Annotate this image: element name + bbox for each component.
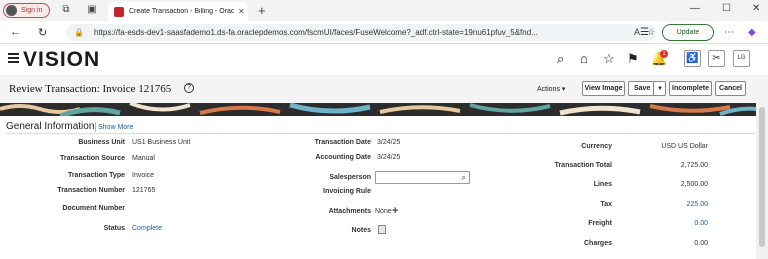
search-icon[interactable]: ⌕ xyxy=(462,173,466,183)
flag-icon[interactable]: ⚑ xyxy=(627,51,639,67)
freight-value[interactable]: 0.00 xyxy=(620,220,708,227)
view-image-button[interactable]: View Image xyxy=(582,81,625,96)
search-icon[interactable]: ⌕ xyxy=(557,51,564,67)
tab-title: Create Transaction - Billing - Orac xyxy=(129,8,234,15)
signin-button[interactable]: Sign in xyxy=(3,3,50,18)
section-divider xyxy=(5,133,755,134)
save-label: Save xyxy=(634,85,651,92)
page-title-bar: Review Transaction: Invoice 121765 ? Act… xyxy=(0,75,768,103)
help-icon[interactable]: ? xyxy=(184,83,194,93)
browser-tab-active[interactable]: Create Transaction - Billing - Orac ✕ xyxy=(108,2,248,21)
more-icon[interactable]: ⋯ xyxy=(724,27,734,38)
collections-icon[interactable]: ☰ xyxy=(640,27,649,38)
attachments-value: None xyxy=(375,208,392,215)
salesperson-input[interactable]: ⌕ xyxy=(375,171,470,184)
business-unit-label: Business Unit xyxy=(78,139,125,146)
minimize-icon[interactable]: — xyxy=(690,3,700,14)
signin-label: Sign in xyxy=(21,7,43,14)
incomplete-button[interactable]: Incomplete xyxy=(669,81,712,96)
show-more-link[interactable]: Show More xyxy=(98,124,133,131)
section-heading: General Information xyxy=(6,121,95,132)
home-icon[interactable]: ⌂ xyxy=(580,51,588,66)
close-window-icon[interactable]: ✕ xyxy=(752,3,760,14)
new-tab-icon[interactable]: + xyxy=(258,3,266,18)
tools-icon[interactable]: ✂ xyxy=(708,50,725,67)
favorites-icon[interactable]: ☆ xyxy=(603,51,615,67)
decorative-banner xyxy=(0,103,768,116)
copilot-icon[interactable]: ◆ xyxy=(748,27,756,38)
general-information-section: General Information Show More Business U… xyxy=(0,116,756,259)
charges-value: 0.00 xyxy=(694,240,708,247)
page-title: Review Transaction: Invoice 121765 xyxy=(9,83,172,95)
update-label: Update xyxy=(676,29,700,36)
update-button[interactable]: Update xyxy=(662,24,714,41)
freight-label: Freight xyxy=(588,220,612,227)
status-value[interactable]: Complete xyxy=(132,225,162,232)
notification-badge: 1 xyxy=(660,50,668,58)
transaction-total-label: Transaction Total xyxy=(554,162,612,169)
currency-label: Currency xyxy=(581,143,612,150)
transaction-date-label: Transaction Date xyxy=(314,139,371,146)
lock-icon: 🔒 xyxy=(74,28,84,37)
save-divider xyxy=(653,82,654,95)
currency-value: USD US Dollar xyxy=(661,143,708,150)
brand-logo[interactable]: VISION xyxy=(23,48,100,72)
transaction-number-value: 121765 xyxy=(132,187,156,194)
close-tab-icon[interactable]: ✕ xyxy=(238,7,245,16)
lines-label: Lines xyxy=(593,181,612,188)
back-icon[interactable]: ← xyxy=(10,26,21,38)
app-header: VISION ⌕ ⌂ ☆ ⚑ 🔔 1 ♿ ✂ LG xyxy=(0,44,768,75)
transaction-total-value: 2,725.00 xyxy=(680,162,708,169)
cancel-button[interactable]: Cancel xyxy=(715,81,746,96)
refresh-icon[interactable]: ↻ xyxy=(38,26,47,39)
transaction-type-label: Transaction Type xyxy=(67,172,125,179)
oracle-favicon-icon xyxy=(114,6,124,17)
accounting-date-value: 3/24/25 xyxy=(377,154,401,161)
business-unit-value: US1 Business Unit xyxy=(132,139,191,146)
add-attachment-icon[interactable]: + xyxy=(392,205,398,217)
maximize-icon[interactable]: ☐ xyxy=(722,3,731,14)
url-text: https://fa-esds-dev1-saasfademo1.ds-fa.o… xyxy=(93,28,538,37)
charges-label: Charges xyxy=(583,240,612,247)
page-scrollbar[interactable] xyxy=(756,103,768,259)
transaction-source-label: Transaction Source xyxy=(60,155,125,162)
transaction-date-value: 3/24/25 xyxy=(377,139,401,146)
tab-actions-icon[interactable]: ▣ xyxy=(86,4,98,16)
heading-separator xyxy=(95,122,96,132)
transaction-number-label: Transaction Number xyxy=(57,187,125,194)
notes-icon[interactable] xyxy=(378,225,386,234)
browser-address-bar: ← ↻ 🔒 https://fa-esds-dev1-saasfademo1.d… xyxy=(0,21,768,44)
transaction-type-value: Invoice xyxy=(132,172,155,179)
attachments-label: Attachments xyxy=(328,208,371,215)
accessibility-icon[interactable]: ♿ xyxy=(684,50,701,67)
lines-value: 2,500.00 xyxy=(680,181,708,188)
accounting-date-label: Accounting Date xyxy=(315,154,371,161)
save-button[interactable]: Save ▼ xyxy=(628,81,666,96)
tax-value[interactable]: 225.00 xyxy=(620,201,708,208)
url-field[interactable]: 🔒 https://fa-esds-dev1-saasfademo1.ds-fa… xyxy=(66,24,656,41)
menu-icon[interactable] xyxy=(8,53,19,65)
document-number-label: Document Number xyxy=(62,205,125,212)
profile-avatar xyxy=(6,5,17,16)
workspaces-icon[interactable]: ⧉ xyxy=(60,4,72,16)
user-avatar[interactable]: LG xyxy=(733,50,750,67)
invoicing-rule-label: Invoicing Rule xyxy=(323,188,371,195)
actions-menu[interactable]: Actions ▾ xyxy=(537,85,565,93)
status-label: Status xyxy=(103,225,125,232)
chevron-down-icon[interactable]: ▼ xyxy=(657,86,663,92)
scrollbar-thumb[interactable] xyxy=(759,107,765,247)
browser-tab-bar: Sign in ⧉ ▣ Create Transaction - Billing… xyxy=(0,0,768,21)
tax-label: Tax xyxy=(600,201,612,208)
notes-label: Notes xyxy=(351,227,371,234)
salesperson-label: Salesperson xyxy=(329,174,371,181)
transaction-source-value: Manual xyxy=(132,155,155,162)
